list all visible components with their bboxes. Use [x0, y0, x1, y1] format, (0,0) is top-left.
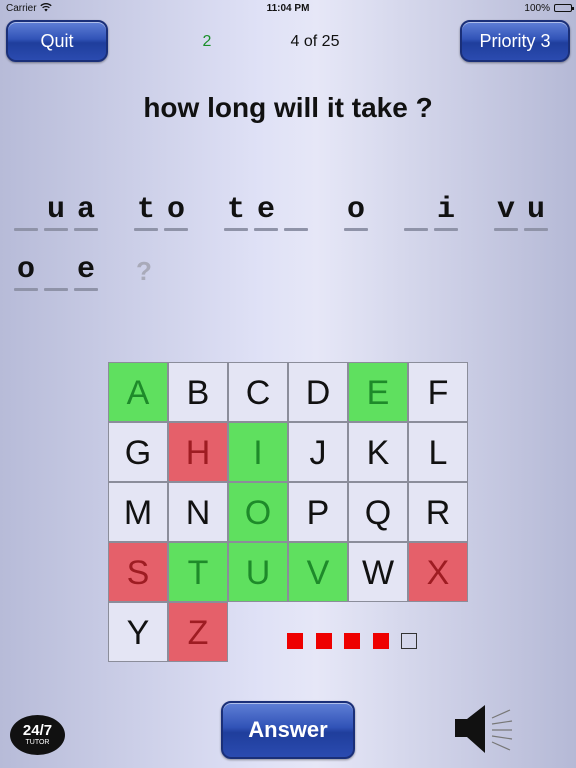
- guess-remaining-marker: [401, 633, 417, 649]
- key-u[interactable]: U: [228, 542, 288, 602]
- letter-slot: o: [12, 252, 40, 291]
- key-p[interactable]: P: [288, 482, 348, 542]
- slot-letter: o: [346, 193, 365, 227]
- key-g[interactable]: G: [108, 422, 168, 482]
- key-l[interactable]: L: [408, 422, 468, 482]
- letter-keyboard: ABCDEF GHIJKL MNOPQR STUVWX YZ: [108, 362, 468, 662]
- letter-slot: o: [162, 192, 190, 231]
- slot-underline: [254, 228, 278, 231]
- slot-letter: [12, 192, 40, 228]
- slot-underline: [344, 228, 368, 231]
- guess-used-marker: [315, 633, 332, 649]
- slot-letter: o: [166, 193, 185, 227]
- slot-letter: e: [256, 193, 275, 227]
- slot-underline: [134, 228, 158, 231]
- tutor-logo: 24/7 TUTOR: [10, 715, 65, 755]
- key-a[interactable]: A: [108, 362, 168, 422]
- key-i[interactable]: I: [228, 422, 288, 482]
- letter-slot: t: [132, 192, 160, 231]
- slot-underline: [524, 228, 548, 231]
- slot-underline: [74, 228, 98, 231]
- key-e[interactable]: E: [348, 362, 408, 422]
- guess-used-marker: [287, 633, 303, 649]
- key-v[interactable]: V: [288, 542, 348, 602]
- slot-letter: i: [436, 193, 455, 227]
- letter-slot: u: [42, 192, 70, 231]
- letter-slot: [42, 252, 70, 291]
- letter-slot: a: [72, 192, 100, 231]
- key-t[interactable]: T: [168, 542, 228, 602]
- speaker-icon[interactable]: [452, 702, 514, 758]
- letter-slot: [402, 192, 430, 231]
- letter-slot: v: [492, 192, 520, 231]
- letter-slot: e: [252, 192, 280, 231]
- key-z[interactable]: Z: [168, 602, 228, 662]
- slot-letter: [402, 192, 430, 228]
- letter-slot: [12, 192, 40, 231]
- slot-underline: [14, 288, 38, 291]
- guess-used-marker: [372, 633, 389, 649]
- letter-slot: [282, 192, 310, 231]
- slot-underline: [44, 228, 68, 231]
- slot-underline: [404, 228, 428, 231]
- key-f[interactable]: F: [408, 362, 468, 422]
- letter-slot: o: [342, 192, 370, 231]
- answer-button[interactable]: Answer: [221, 701, 355, 759]
- key-s[interactable]: S: [108, 542, 168, 602]
- key-h[interactable]: H: [168, 422, 228, 482]
- slot-underline: [164, 228, 188, 231]
- key-b[interactable]: B: [168, 362, 228, 422]
- slot-underline: [44, 288, 68, 291]
- slot-letter: t: [226, 193, 245, 227]
- puzzle-board: uatoteoivu oe ?: [0, 0, 576, 300]
- slot-letter: a: [76, 193, 95, 227]
- letter-slot: e: [72, 252, 100, 291]
- slot-underline: [74, 288, 98, 291]
- slot-underline: [224, 228, 248, 231]
- key-o[interactable]: O: [228, 482, 288, 542]
- key-d[interactable]: D: [288, 362, 348, 422]
- key-x[interactable]: X: [408, 542, 468, 602]
- letter-slot: i: [432, 192, 460, 231]
- key-c[interactable]: C: [228, 362, 288, 422]
- slot-letter: t: [136, 193, 155, 227]
- key-j[interactable]: J: [288, 422, 348, 482]
- slot-underline: [284, 228, 308, 231]
- slot-letter: o: [16, 253, 35, 287]
- slot-letter: v: [496, 193, 515, 227]
- slot-underline: [434, 228, 458, 231]
- key-y[interactable]: Y: [108, 602, 168, 662]
- slot-letter: [42, 252, 70, 288]
- key-m[interactable]: M: [108, 482, 168, 542]
- guess-used-marker: [344, 633, 360, 649]
- slot-underline: [494, 228, 518, 231]
- key-r[interactable]: R: [408, 482, 468, 542]
- slot-letter: u: [46, 193, 65, 227]
- key-k[interactable]: K: [348, 422, 408, 482]
- slot-letter: [282, 192, 310, 228]
- slot-underline: [14, 228, 38, 231]
- letter-slot: t: [222, 192, 250, 231]
- key-w[interactable]: W: [348, 542, 408, 602]
- key-n[interactable]: N: [168, 482, 228, 542]
- slot-letter: e: [76, 253, 95, 287]
- key-q[interactable]: Q: [348, 482, 408, 542]
- slot-letter: u: [526, 193, 545, 227]
- hint-question-mark: ?: [136, 256, 152, 286]
- letter-slot: u: [522, 192, 550, 231]
